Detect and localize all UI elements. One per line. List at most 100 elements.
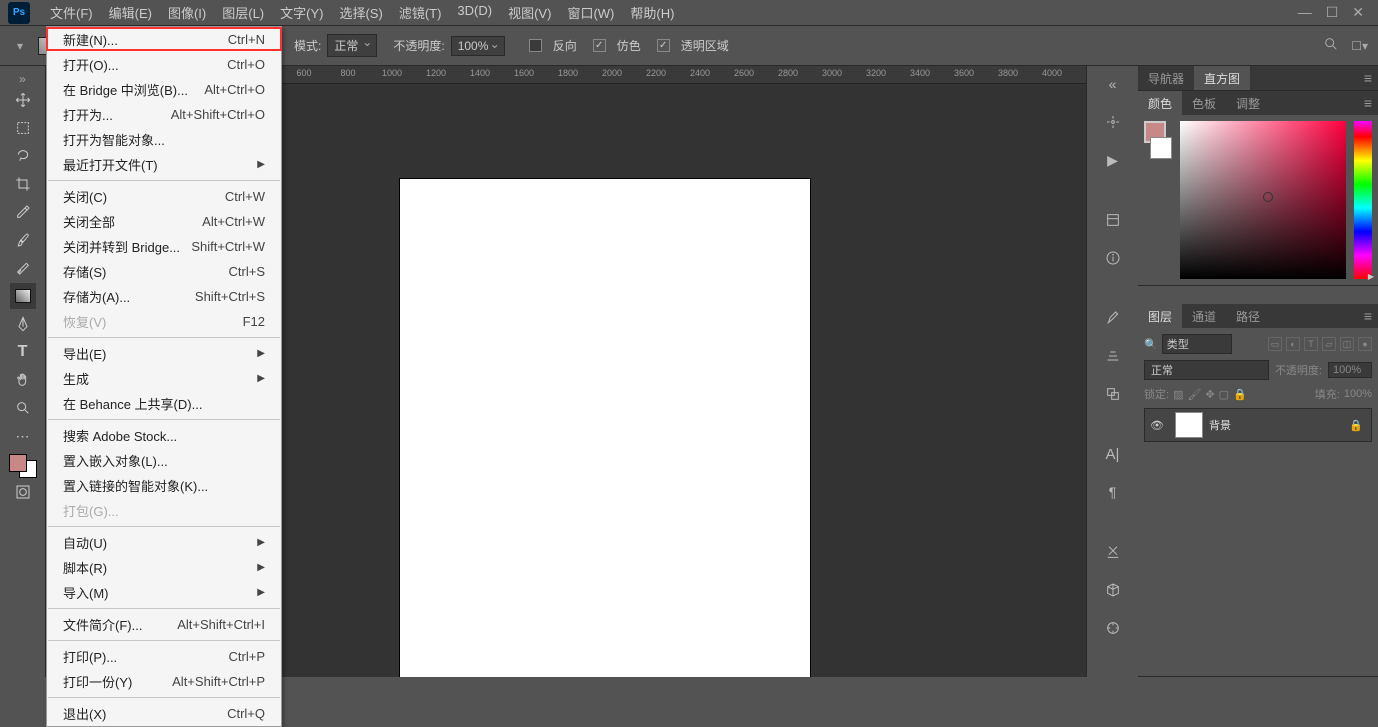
- file-menu-item[interactable]: 打印一份(Y)Alt+Shift+Ctrl+P: [47, 669, 281, 694]
- maximize-button[interactable]: ☐: [1326, 4, 1339, 21]
- character-icon[interactable]: A|: [1101, 442, 1125, 466]
- file-menu-item[interactable]: 打印(P)...Ctrl+P: [47, 644, 281, 669]
- toolbox-collapse[interactable]: »: [19, 72, 26, 86]
- color-field[interactable]: [1180, 121, 1346, 279]
- filter-type-icon[interactable]: T: [1304, 337, 1318, 351]
- file-menu-item[interactable]: 关闭并转到 Bridge...Shift+Ctrl+W: [47, 234, 281, 259]
- gradient-tool[interactable]: [10, 283, 36, 309]
- clone-source-icon[interactable]: [1101, 382, 1125, 406]
- tool-presets-icon[interactable]: [1101, 540, 1125, 564]
- file-menu-item[interactable]: 存储为(A)...Shift+Ctrl+S: [47, 284, 281, 309]
- opacity-select[interactable]: 100%: [451, 36, 505, 56]
- lock-artboard-icon[interactable]: ▢: [1219, 388, 1229, 401]
- menu-5[interactable]: 选择(S): [331, 0, 390, 26]
- file-menu-item[interactable]: 最近打开文件(T)▶: [47, 152, 281, 177]
- lock-all-icon[interactable]: 🔒: [1233, 388, 1247, 401]
- play-icon[interactable]: ▶: [1101, 148, 1125, 172]
- panel-menu-icon[interactable]: ≡: [1364, 95, 1372, 111]
- filter-smart-icon[interactable]: ◫: [1340, 337, 1354, 351]
- workspace-icon[interactable]: ☐▾: [1351, 39, 1368, 53]
- file-menu-item[interactable]: 搜索 Adobe Stock...: [47, 423, 281, 448]
- file-menu-item[interactable]: 在 Bridge 中浏览(B)...Alt+Ctrl+O: [47, 77, 281, 102]
- filter-pixel-icon[interactable]: ▭: [1268, 337, 1282, 351]
- filter-toggle[interactable]: ●: [1358, 337, 1372, 351]
- lock-position-icon[interactable]: ✥: [1205, 388, 1214, 401]
- menu-2[interactable]: 图像(I): [160, 0, 214, 26]
- brushes-icon[interactable]: [1101, 306, 1125, 330]
- menu-3[interactable]: 图层(L): [214, 0, 272, 26]
- tab-navigator[interactable]: 导航器: [1138, 66, 1194, 90]
- close-button[interactable]: ✕: [1352, 4, 1364, 21]
- foreground-color-swatch[interactable]: [9, 454, 27, 472]
- file-menu-item[interactable]: 置入嵌入对象(L)...: [47, 448, 281, 473]
- measure-icon[interactable]: [1101, 616, 1125, 640]
- dither-checkbox[interactable]: ✓: [593, 39, 606, 52]
- file-menu-item[interactable]: 在 Behance 上共享(D)...: [47, 391, 281, 416]
- hand-tool[interactable]: [10, 367, 36, 393]
- menu-6[interactable]: 滤镜(T): [391, 0, 450, 26]
- menu-1[interactable]: 编辑(E): [101, 0, 160, 26]
- type-tool[interactable]: T: [10, 339, 36, 365]
- file-menu-item[interactable]: 打开为智能对象...: [47, 127, 281, 152]
- collapse-dock-icon[interactable]: «: [1101, 72, 1125, 96]
- eyedropper-tool[interactable]: [10, 199, 36, 225]
- menu-7[interactable]: 3D(D): [449, 0, 500, 26]
- visibility-icon[interactable]: 👁: [1145, 419, 1169, 432]
- lock-transparent-icon[interactable]: ▨: [1173, 388, 1183, 401]
- fill-value[interactable]: 100%: [1344, 388, 1372, 400]
- file-menu-item[interactable]: 打开为...Alt+Shift+Ctrl+O: [47, 102, 281, 127]
- tab-color[interactable]: 颜色: [1138, 91, 1182, 115]
- panel-menu-icon[interactable]: ≡: [1364, 70, 1372, 86]
- tab-histogram[interactable]: 直方图: [1194, 66, 1250, 90]
- filter-shape-icon[interactable]: ▱: [1322, 337, 1336, 351]
- menu-4[interactable]: 文字(Y): [272, 0, 331, 26]
- menu-10[interactable]: 帮助(H): [622, 0, 682, 26]
- layer-name[interactable]: 背景: [1209, 417, 1349, 433]
- hue-slider[interactable]: [1354, 121, 1372, 279]
- edit-toolbar[interactable]: ⋯: [10, 423, 36, 449]
- pen-tool[interactable]: [10, 311, 36, 337]
- menu-8[interactable]: 视图(V): [500, 0, 559, 26]
- mode-select[interactable]: 正常: [327, 34, 377, 57]
- crop-tool[interactable]: [10, 171, 36, 197]
- brush-settings-icon[interactable]: [1101, 344, 1125, 368]
- file-menu-item[interactable]: 关闭(C)Ctrl+W: [47, 184, 281, 209]
- blend-mode-select[interactable]: 正常: [1144, 360, 1269, 380]
- transparent-checkbox[interactable]: ✓: [657, 39, 670, 52]
- info-icon[interactable]: [1101, 246, 1125, 270]
- history-icon[interactable]: [1101, 110, 1125, 134]
- color-swatch[interactable]: [9, 454, 37, 478]
- healing-brush-tool[interactable]: [10, 255, 36, 281]
- search-icon[interactable]: [1323, 36, 1339, 55]
- 3d-icon[interactable]: [1101, 578, 1125, 602]
- file-menu-item[interactable]: 打开(O)...Ctrl+O: [47, 52, 281, 77]
- zoom-tool[interactable]: [10, 395, 36, 421]
- properties-icon[interactable]: [1101, 208, 1125, 232]
- lasso-tool[interactable]: [10, 143, 36, 169]
- layer-row[interactable]: 👁 背景 🔒: [1144, 408, 1372, 442]
- menu-0[interactable]: 文件(F): [42, 0, 101, 26]
- file-menu-item[interactable]: 生成▶: [47, 366, 281, 391]
- tab-adjustments[interactable]: 调整: [1226, 91, 1270, 115]
- tab-swatches[interactable]: 色板: [1182, 91, 1226, 115]
- filter-adjust-icon[interactable]: ◐: [1286, 337, 1300, 351]
- document-canvas[interactable]: [400, 179, 810, 677]
- marquee-tool[interactable]: [10, 115, 36, 141]
- file-menu-item[interactable]: 退出(X)Ctrl+Q: [47, 701, 281, 726]
- move-tool[interactable]: [10, 87, 36, 113]
- file-menu-item[interactable]: 自动(U)▶: [47, 530, 281, 555]
- layer-filter-select[interactable]: 类型: [1162, 334, 1232, 354]
- color-swatch-pair[interactable]: [1144, 121, 1172, 279]
- layer-opacity-value[interactable]: 100%: [1328, 362, 1372, 378]
- file-menu-item[interactable]: 导入(M)▶: [47, 580, 281, 605]
- file-menu-item[interactable]: 新建(N)...Ctrl+N: [47, 27, 281, 52]
- tab-channels[interactable]: 通道: [1182, 304, 1226, 328]
- tool-preset-dropdown[interactable]: ▾: [10, 36, 30, 56]
- lock-brush-icon[interactable]: 🖌: [1187, 388, 1201, 401]
- panel-menu-icon[interactable]: ≡: [1364, 308, 1372, 324]
- file-menu-item[interactable]: 存储(S)Ctrl+S: [47, 259, 281, 284]
- quick-mask-tool[interactable]: [10, 479, 36, 505]
- menu-9[interactable]: 窗口(W): [559, 0, 622, 26]
- tab-layers[interactable]: 图层: [1138, 304, 1182, 328]
- minimize-button[interactable]: —: [1298, 4, 1312, 21]
